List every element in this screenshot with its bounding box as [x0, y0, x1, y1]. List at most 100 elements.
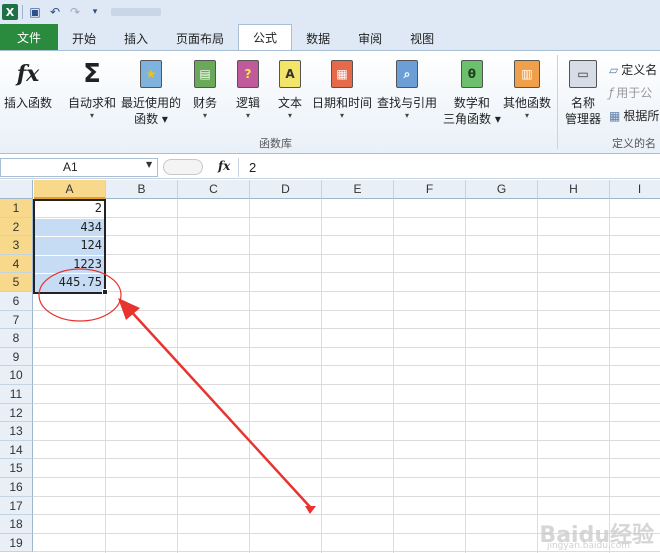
- gridline: [33, 384, 660, 385]
- recently-used-button[interactable]: ★ 最近使用的 函数 ▾: [121, 57, 181, 127]
- gridline: [321, 199, 322, 553]
- row-header-5[interactable]: 5: [0, 273, 33, 292]
- financial-label: 财务: [192, 96, 217, 110]
- row-header-18[interactable]: 18: [0, 515, 33, 534]
- cell-a2[interactable]: 434: [34, 218, 105, 237]
- name-manager-label: 名称: [571, 96, 596, 110]
- column-header-d[interactable]: D: [250, 180, 322, 199]
- column-header-e[interactable]: E: [322, 180, 394, 199]
- row-header-12[interactable]: 12: [0, 403, 33, 423]
- column-header-g[interactable]: G: [466, 180, 538, 199]
- financial-button[interactable]: ▤ 财务 ▾: [190, 57, 220, 121]
- cell-a3[interactable]: 124: [34, 237, 105, 255]
- books-icon: ▥: [512, 57, 542, 91]
- insert-function-fx-button[interactable]: fx: [218, 159, 230, 173]
- group-divider: [557, 55, 558, 149]
- gridline: [33, 309, 660, 311]
- column-header-h[interactable]: H: [538, 180, 610, 199]
- formula-input[interactable]: 2: [238, 158, 660, 177]
- row-header-14[interactable]: 14: [0, 440, 33, 460]
- formula-bar: A1 ▼ fx 2: [0, 157, 660, 179]
- row-header-4[interactable]: 4: [0, 254, 33, 274]
- row-header-7[interactable]: 7: [0, 310, 33, 330]
- gridline: [33, 439, 660, 441]
- chevron-down-icon: ▾: [287, 111, 292, 120]
- text-button[interactable]: A 文本 ▾: [275, 57, 305, 121]
- tab-insert[interactable]: 插入: [110, 26, 162, 50]
- logical-button[interactable]: ? 逻辑 ▾: [233, 57, 263, 121]
- grid-icon: ▦: [609, 108, 621, 123]
- name-box[interactable]: A1: [0, 158, 158, 177]
- row-header-15[interactable]: 15: [0, 459, 33, 478]
- star-book-icon: ★: [136, 57, 166, 91]
- row-header-13[interactable]: 13: [0, 422, 33, 441]
- row-header-2[interactable]: 2: [0, 217, 33, 237]
- row-header-17[interactable]: 17: [0, 496, 33, 516]
- row-header-6[interactable]: 6: [0, 292, 33, 311]
- lookup-reference-label: 查找与引用: [377, 96, 438, 110]
- worksheet-grid[interactable]: A B C D E F G H I 1 2 3 4 5 6 7 8 9 10 11 12 13 14 15 16 17 18 19 2 4…: [0, 180, 660, 553]
- math-trig-button[interactable]: θ 数学和 三角函数 ▾: [443, 57, 501, 127]
- tab-page-layout[interactable]: 页面布局: [162, 26, 238, 50]
- column-header-i[interactable]: I: [610, 180, 660, 199]
- name-manager-button[interactable]: ▭ 名称 管理器: [565, 57, 601, 127]
- lookup-reference-button[interactable]: ⌕ 查找与引用 ▾: [377, 57, 437, 121]
- recently-used-label: 最近使用的: [121, 96, 182, 110]
- more-functions-button[interactable]: ▥ 其他函数 ▾: [503, 57, 551, 121]
- defined-names-group-label: 定义的名: [612, 137, 656, 150]
- gridline: [33, 272, 660, 274]
- fill-handle[interactable]: [102, 289, 108, 295]
- row-header-3[interactable]: 3: [0, 236, 33, 255]
- gridline: [33, 402, 660, 404]
- customize-qat-icon[interactable]: ▾: [87, 4, 103, 20]
- column-header-b[interactable]: B: [106, 180, 178, 199]
- use-in-formula-button[interactable]: ƒ 用于公: [609, 84, 652, 101]
- column-header-c[interactable]: C: [178, 180, 250, 199]
- redo-icon[interactable]: ↷: [67, 4, 83, 20]
- row-header-10[interactable]: 10: [0, 366, 33, 385]
- undo-icon[interactable]: ↶: [47, 4, 63, 20]
- cell-a5[interactable]: 445.75: [34, 274, 105, 292]
- insert-function-button[interactable]: fx 插入函数: [4, 57, 52, 111]
- tab-view[interactable]: 视图: [396, 26, 448, 50]
- column-header-a[interactable]: A: [34, 180, 106, 199]
- tab-review[interactable]: 审阅: [344, 26, 396, 50]
- cell-a1[interactable]: 2: [34, 200, 105, 218]
- gridline: [33, 216, 660, 218]
- create-from-selection-button[interactable]: ▦ 根据所: [609, 107, 659, 124]
- text-book-icon: A: [275, 57, 305, 91]
- excel-app-icon[interactable]: X: [2, 4, 18, 20]
- row-header-1[interactable]: 1: [0, 199, 33, 218]
- row-header-8[interactable]: 8: [0, 329, 33, 348]
- tab-data[interactable]: 数据: [292, 26, 344, 50]
- autosum-button[interactable]: Σ 自动求和 ▾: [68, 57, 116, 121]
- math-trig-label: 数学和: [453, 96, 490, 110]
- column-header-f[interactable]: F: [394, 180, 466, 199]
- text-label: 文本: [277, 96, 302, 110]
- gridline: [33, 477, 660, 478]
- window-title-blurred: [111, 8, 161, 16]
- chevron-down-icon[interactable]: ▼: [146, 160, 152, 169]
- select-all-corner[interactable]: [0, 180, 33, 199]
- define-name-button[interactable]: ▱ 定义名: [609, 61, 657, 78]
- gridline: [33, 458, 660, 460]
- gridline: [33, 328, 660, 330]
- cell-a4[interactable]: 1223: [34, 255, 105, 274]
- row-header-9[interactable]: 9: [0, 347, 33, 367]
- row-header-16[interactable]: 16: [0, 478, 33, 497]
- row-header-11[interactable]: 11: [0, 385, 33, 404]
- date-time-button[interactable]: ▦ 日期和时间 ▾: [312, 57, 372, 121]
- gridline: [105, 199, 106, 553]
- save-icon[interactable]: ▣: [27, 4, 43, 20]
- gridline: [249, 199, 250, 553]
- tag-icon: ▱: [609, 62, 619, 77]
- logical-label: 逻辑: [235, 96, 260, 110]
- formula-bar-resize-handle[interactable]: [163, 159, 203, 175]
- tab-formulas[interactable]: 公式: [238, 24, 293, 50]
- tab-home[interactable]: 开始: [58, 26, 110, 50]
- date-time-label: 日期和时间: [312, 96, 373, 110]
- chevron-down-icon: ▾: [245, 111, 250, 120]
- function-library-group-label: 函数库: [259, 137, 292, 150]
- tab-file[interactable]: 文件: [0, 24, 58, 50]
- row-header-19[interactable]: 19: [0, 533, 33, 553]
